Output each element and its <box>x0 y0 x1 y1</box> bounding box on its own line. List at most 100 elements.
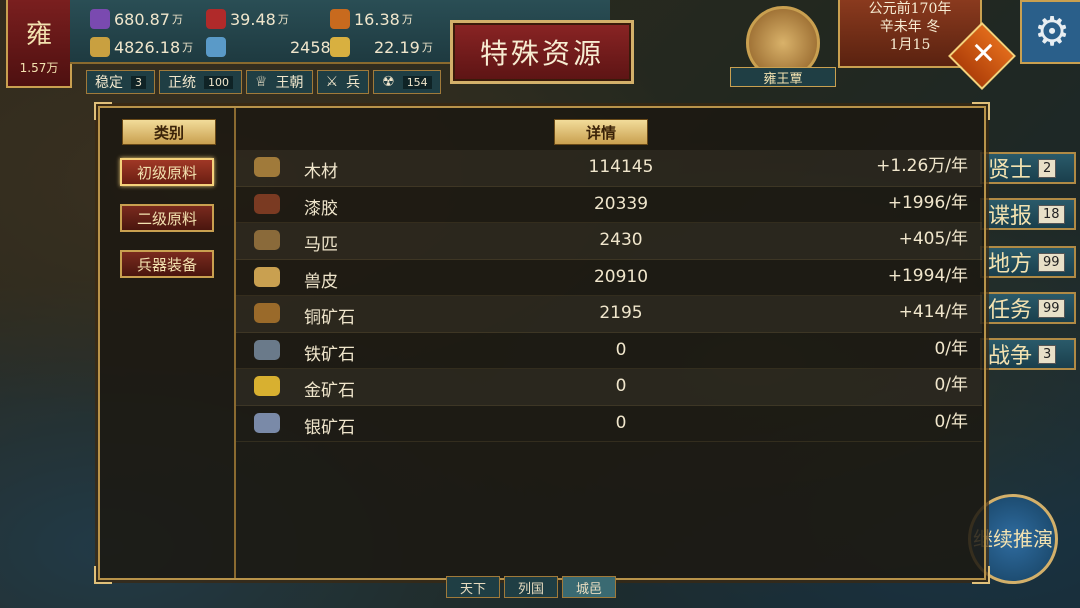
sidebar-item-label: 谍报 <box>988 204 1033 229</box>
soldier-icon: ⚔ <box>325 74 339 90</box>
resource-name: 兽皮 <box>304 271 338 292</box>
special-resources-panel: 类别 初级原料 二级原料 兵器装备 详情 木材 114145 +1.26万/年 … <box>94 102 990 584</box>
stat-troops[interactable]: ⚔ 兵 <box>316 70 370 94</box>
resource-rate: 0/年 <box>934 375 968 395</box>
gear-icon: ⚙ <box>1034 9 1070 55</box>
resource-rate: +1.26万/年 <box>876 156 968 176</box>
category-secondary-materials[interactable]: 二级原料 <box>120 204 214 232</box>
stat-dynasty[interactable]: ♕ 王朝 <box>246 70 313 94</box>
sidebar-count: 99 <box>1038 252 1065 272</box>
sidebar-item-sages[interactable]: 贤士 2 <box>980 152 1076 184</box>
list-item: 铜矿石 2195 +414/年 <box>236 296 982 333</box>
resource-item[interactable]: 39.48 万 <box>206 8 289 30</box>
resource-rate: +414/年 <box>898 302 968 322</box>
stat-label: 正统 <box>168 75 196 91</box>
resource-item[interactable]: 16.38 万 <box>330 8 413 30</box>
sidebar-item-regions[interactable]: 地方 99 <box>980 246 1076 278</box>
stat-label: 兵 <box>346 75 361 91</box>
list-item: 铁矿石 0 0/年 <box>236 333 982 369</box>
grape-icon <box>90 9 110 29</box>
ruler-name[interactable]: 雍王覃 <box>730 67 836 87</box>
resource-amount: 2195 <box>599 303 643 323</box>
sidebar-item-label: 任务 <box>988 298 1033 323</box>
category-header: 类别 <box>122 119 216 145</box>
resource-item[interactable]: 2458 <box>206 36 331 58</box>
resource-unit: 万 <box>421 41 433 54</box>
panel-title: 特殊资源 <box>450 20 634 84</box>
category-column: 类别 初级原料 二级原料 兵器装备 <box>100 108 236 578</box>
sidebar-item-war[interactable]: 战争 3 <box>980 338 1076 370</box>
stat-label: 王朝 <box>275 75 304 91</box>
date-season: 辛未年 冬 <box>879 19 941 35</box>
resource-amount: 20910 <box>593 266 649 287</box>
dynasty-icon: ♕ <box>255 74 268 90</box>
state-badge[interactable]: 雍 1.57万 <box>6 0 72 88</box>
resource-name: 银矿石 <box>304 417 355 438</box>
resource-value: 16.38 <box>354 9 400 29</box>
resource-name: 铁矿石 <box>304 344 355 365</box>
resource-item[interactable]: 4826.18 万 <box>90 36 193 58</box>
resource-unit: 万 <box>401 13 413 26</box>
close-icon: ✕ <box>970 36 996 72</box>
resource-value: 680.87 <box>114 9 170 29</box>
stat-legitimacy[interactable]: 正统 100 <box>159 70 242 94</box>
resource-list: 木材 114145 +1.26万/年 漆胶 20339 +1996/年 马匹 2… <box>236 150 982 442</box>
gold-ore-icon <box>254 376 280 396</box>
wood-icon <box>254 157 280 177</box>
sidebar-item-label: 战争 <box>988 344 1033 369</box>
resource-amount: 114145 <box>588 157 654 177</box>
category-primary-materials[interactable]: 初级原料 <box>120 158 214 186</box>
stat-row: 稳定 3 正统 100 ♕ 王朝 ⚔ 兵 ☢ 154 <box>86 70 441 94</box>
settings-button[interactable]: ⚙ <box>1020 0 1080 64</box>
sidebar-count: 18 <box>1038 204 1065 224</box>
person-icon <box>330 37 350 57</box>
resource-value: 2458 <box>290 37 331 57</box>
tab-cities[interactable]: 城邑 <box>562 576 616 598</box>
resource-rate: +405/年 <box>898 229 968 249</box>
list-item: 兽皮 20910 +1994/年 <box>236 260 982 296</box>
resource-unit: 万 <box>182 41 194 54</box>
scroll-icon <box>330 9 350 29</box>
sidebar-count: 99 <box>1038 298 1065 318</box>
resource-item[interactable]: 680.87 万 <box>90 8 183 30</box>
stat-stability[interactable]: 稳定 3 <box>86 70 155 94</box>
list-item: 马匹 2430 +405/年 <box>236 223 982 260</box>
resource-amount: 2430 <box>599 230 643 250</box>
stat-value: 100 <box>204 75 233 89</box>
stat-value: 154 <box>402 75 432 89</box>
resource-item[interactable]: 22.19 万 <box>330 36 433 58</box>
tab-states[interactable]: 列国 <box>504 576 558 598</box>
resource-value: 22.19 <box>374 37 420 57</box>
resource-amount: 0 <box>615 412 627 433</box>
panel-corner <box>972 102 990 120</box>
resource-rate: 0/年 <box>934 411 968 432</box>
lacquer-icon <box>254 193 280 214</box>
silver-ore-icon <box>254 412 280 433</box>
sidebar-item-tasks[interactable]: 任务 99 <box>980 292 1076 324</box>
stat-misc[interactable]: ☢ 154 <box>373 70 441 94</box>
resource-name: 金矿石 <box>304 381 355 401</box>
iron-ore-icon <box>254 339 280 360</box>
book-icon <box>206 9 226 29</box>
resource-name: 马匹 <box>304 235 338 255</box>
sidebar-item-intel[interactable]: 谍报 18 <box>980 198 1076 230</box>
sidebar-item-label: 贤士 <box>988 158 1033 183</box>
tab-world[interactable]: 天下 <box>446 576 500 598</box>
resource-rate: +1994/年 <box>887 265 968 286</box>
category-weapons-equipment[interactable]: 兵器装备 <box>120 250 214 278</box>
resource-rate: 0/年 <box>934 338 968 359</box>
sidebar-item-label: 地方 <box>988 252 1033 277</box>
stat-label: 稳定 <box>95 75 123 91</box>
details-header: 详情 <box>554 119 648 145</box>
panel-corner <box>972 566 990 584</box>
resource-unit: 万 <box>171 13 183 26</box>
list-item: 金矿石 0 0/年 <box>236 369 982 406</box>
state-value: 1.57万 <box>19 61 59 75</box>
resource-rate: +1996/年 <box>887 192 968 213</box>
list-item: 漆胶 20339 +1996/年 <box>236 187 982 223</box>
list-item: 银矿石 0 0/年 <box>236 406 982 442</box>
resource-value: 4826.18 <box>114 37 181 57</box>
radiation-icon: ☢ <box>382 74 395 90</box>
resource-name: 木材 <box>304 162 338 182</box>
resource-amount: 20339 <box>593 193 649 214</box>
